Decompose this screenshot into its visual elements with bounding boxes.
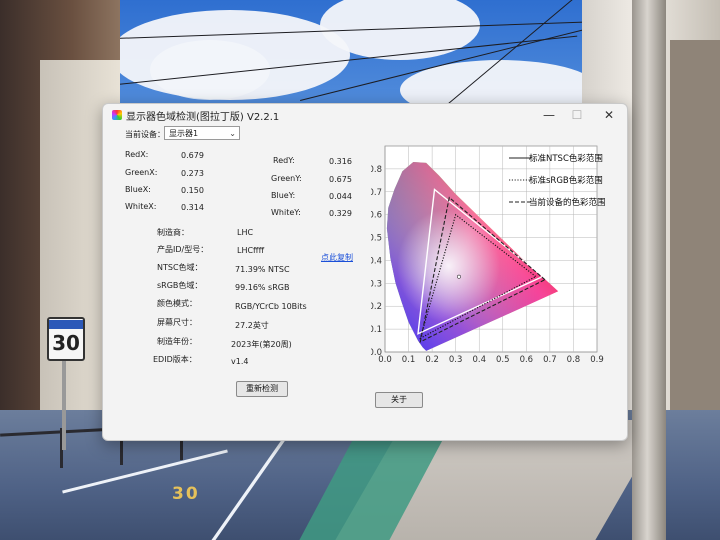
legend-label: 当前设备的色彩范围: [529, 197, 606, 208]
red-x-value: 0.679: [181, 151, 204, 160]
legend-label: 标准NTSC色彩范围: [529, 153, 603, 164]
blue-y-value: 0.044: [329, 192, 352, 201]
y-tick-label: 0.2: [371, 302, 382, 312]
info-label-screen-size: 屏幕尺寸：: [157, 318, 197, 327]
cie-chromaticity-chart: 0.00.10.20.30.40.50.60.70.80.90.00.10.20…: [371, 145, 606, 365]
info-label-color-mode: 颜色模式：: [157, 299, 197, 308]
x-tick-label: 0.6: [520, 355, 534, 365]
info-label-edid: EDID版本：: [153, 355, 197, 364]
copy-link[interactable]: 点此复制: [321, 252, 353, 263]
white-y-label: WhiteY:: [271, 208, 301, 217]
info-value-product-id: LHCffff: [237, 246, 265, 255]
x-tick-label: 0.8: [567, 355, 581, 365]
info-label-year: 制造年份：: [157, 337, 197, 346]
blue-x-value: 0.150: [181, 186, 204, 195]
about-button[interactable]: 关于: [375, 392, 423, 408]
green-y-value: 0.675: [329, 175, 352, 184]
info-value-screen-size: 27.2英寸: [235, 321, 269, 330]
white-x-label: WhiteX:: [125, 202, 157, 211]
info-value-srgb: 99.16% sRGB: [235, 283, 290, 292]
x-tick-label: 0.7: [543, 355, 557, 365]
info-value-ntsc: 71.39% NTSC: [235, 265, 290, 274]
y-tick-label: 0.4: [371, 256, 382, 266]
info-label-ntsc: NTSC色域：: [157, 263, 203, 272]
x-tick-label: 0.2: [425, 355, 439, 365]
white-point-marker: [457, 274, 461, 279]
red-x-label: RedX:: [125, 150, 149, 159]
x-tick-label: 0.3: [449, 355, 463, 365]
blue-y-label: BlueY:: [271, 191, 296, 200]
y-tick-label: 0.5: [371, 234, 382, 244]
info-value-manufacturer: LHC: [237, 228, 254, 237]
building-right-dark: [670, 40, 720, 460]
device-label: 当前设备：: [125, 130, 165, 139]
sign-pole: [62, 360, 66, 450]
green-x-value: 0.273: [181, 169, 204, 178]
app-icon: [112, 110, 122, 120]
x-tick-label: 0.4: [472, 355, 486, 365]
y-tick-label: 0.1: [371, 325, 382, 335]
info-value-edid: v1.4: [231, 357, 249, 366]
y-tick-label: 0.8: [371, 165, 382, 175]
y-tick-label: 0.6: [371, 211, 382, 221]
white-y-value: 0.329: [329, 209, 352, 218]
maximize-button[interactable]: ☐: [561, 104, 593, 126]
x-tick-label: 0.9: [590, 355, 604, 365]
road-speed-marking: 30: [172, 484, 200, 504]
redetect-button[interactable]: 重新检测: [236, 381, 288, 397]
info-label-manufacturer: 制造商：: [157, 228, 189, 237]
title-bar[interactable]: 显示器色域检测(图拉丁版) V2.2.1 — ☐ ✕: [103, 104, 627, 126]
y-tick-label: 0.7: [371, 188, 382, 198]
close-button[interactable]: ✕: [593, 104, 625, 126]
device-select-value: 显示器1: [169, 129, 199, 138]
gamut-checker-window: 显示器色域检测(图拉丁版) V2.2.1 — ☐ ✕ 当前设备： 显示器1 ⌄ …: [102, 103, 628, 441]
legend-label: 标准sRGB色彩范围: [529, 175, 603, 186]
blue-x-label: BlueX:: [125, 185, 151, 194]
chevron-down-icon: ⌄: [229, 129, 236, 138]
green-y-label: GreenY:: [271, 174, 302, 183]
green-x-label: GreenX:: [125, 168, 158, 177]
red-y-label: RedY:: [273, 156, 295, 165]
x-tick-label: 0.5: [496, 355, 510, 365]
info-value-year: 2023年(第20周): [231, 340, 292, 349]
white-x-value: 0.314: [181, 203, 204, 212]
y-tick-label: 0.3: [371, 279, 382, 289]
speed-limit-sign: 30: [47, 317, 85, 361]
info-value-color-mode: RGB/YCrCb 10Bits: [235, 302, 307, 311]
window-title: 显示器色域检测(图拉丁版) V2.2.1: [126, 112, 280, 123]
device-select[interactable]: 显示器1 ⌄: [164, 126, 240, 140]
utility-pole: [632, 0, 666, 540]
x-tick-label: 0.1: [402, 355, 416, 365]
info-label-product-id: 产品ID/型号：: [157, 245, 209, 254]
info-label-srgb: sRGB色域：: [157, 281, 203, 290]
y-tick-label: 0.0: [371, 348, 382, 358]
red-y-value: 0.316: [329, 157, 352, 166]
